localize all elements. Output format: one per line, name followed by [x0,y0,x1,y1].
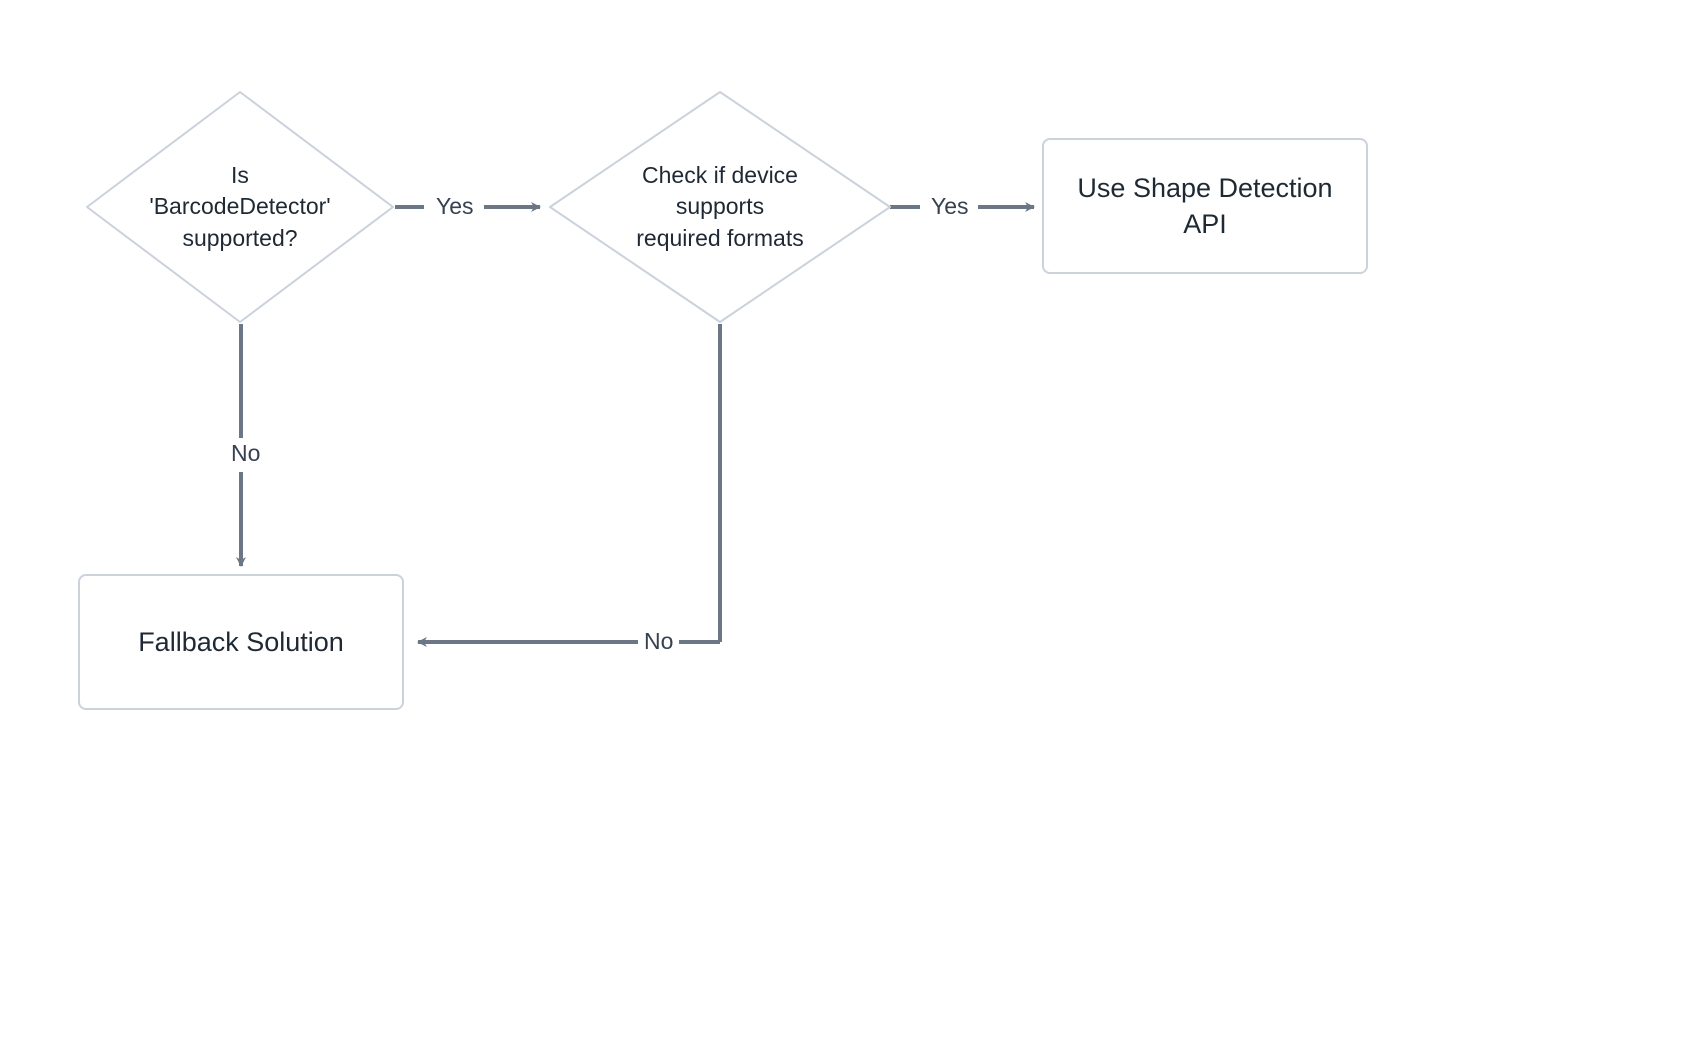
edge-label-barcode-no: No [225,440,266,467]
text-line: Check if device supports [642,162,798,219]
terminal-fallback: Fallback Solution [78,574,404,710]
decision-formats-text: Check if device supports required format… [548,90,892,324]
text-line: Use Shape Detection [1077,173,1332,203]
text-line: Fallback Solution [138,624,344,660]
text-line: required formats [636,225,803,251]
flowchart-canvas: Yes Yes No No Is 'BarcodeDetector' suppo… [0,0,1700,1058]
text-line: supported? [182,225,297,251]
edge-label-formats-yes: Yes [925,193,975,220]
terminal-shape-detection-api: Use Shape Detection API [1042,138,1368,274]
text-line: Is 'BarcodeDetector' [149,162,330,219]
decision-barcode-detector: Is 'BarcodeDetector' supported? [85,90,395,324]
decision-formats: Check if device supports required format… [548,90,892,324]
edge-label-barcode-yes: Yes [430,193,480,220]
decision-barcode-text: Is 'BarcodeDetector' supported? [85,90,395,324]
text-line: API [1183,209,1227,239]
edge-label-formats-no: No [638,628,679,655]
